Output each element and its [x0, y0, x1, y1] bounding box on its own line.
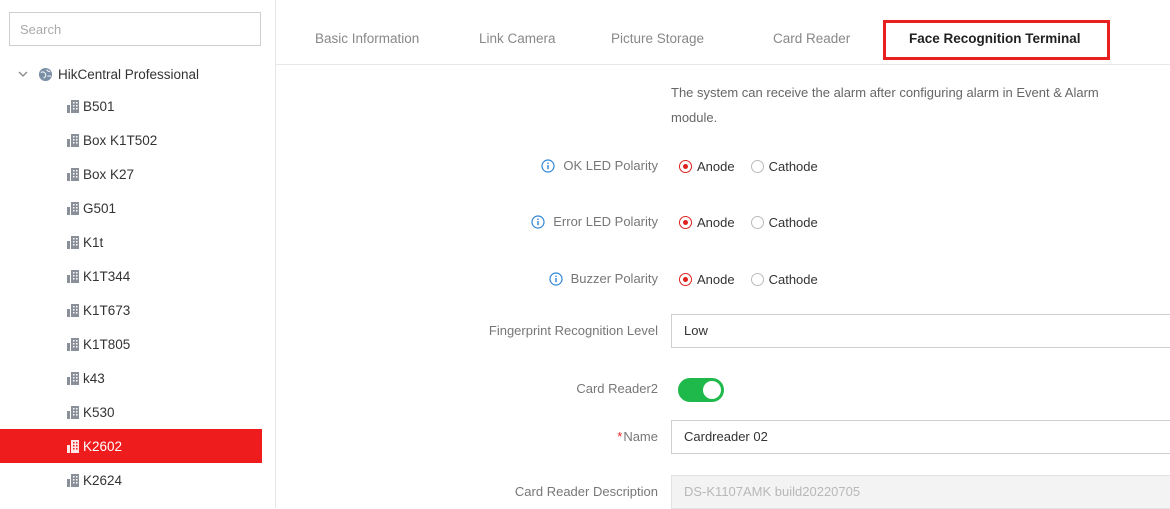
card-reader2-label: Card Reader2: [576, 381, 658, 396]
tree-item-k1t344[interactable]: K1T344: [0, 259, 262, 293]
search-input[interactable]: [9, 12, 261, 46]
tree-item-b501[interactable]: B501: [0, 89, 262, 123]
tree-item-label: K530: [83, 404, 115, 420]
tree-item-k1t[interactable]: K1t: [0, 225, 262, 259]
building-icon: [67, 406, 79, 419]
tree-root-label: HikCentral Professional: [58, 66, 200, 82]
tree-root-hikcentral[interactable]: HikCentral Professional: [16, 60, 199, 88]
tree-item-k43[interactable]: k43: [0, 361, 262, 395]
tab-underline: [276, 64, 1170, 65]
tree-item-box-k27[interactable]: Box K27: [0, 157, 262, 191]
device-tree-panel: HikCentral Professional B501 Box K1T502 …: [0, 0, 270, 508]
tree-item-k2624[interactable]: K2624: [0, 463, 262, 497]
tree-item-label: B501: [83, 98, 115, 114]
tree-item-box-k1t502[interactable]: Box K1T502: [0, 123, 262, 157]
tab-basic-information[interactable]: Basic Information: [315, 0, 419, 64]
name-row: * Name Cardreader 02: [276, 420, 1170, 454]
tree-item-k2602[interactable]: K2602: [0, 429, 262, 463]
buzzer-polarity-radio-group: Anode Cathode: [679, 262, 834, 296]
ok-led-cathode-radio[interactable]: Cathode: [750, 159, 818, 174]
building-icon: [67, 440, 79, 453]
tab-card-reader[interactable]: Card Reader: [773, 0, 850, 64]
tree-item-label: K1T805: [83, 336, 131, 352]
tab-link-camera[interactable]: Link Camera: [479, 0, 556, 64]
alarm-note-line2: module.: [671, 110, 718, 125]
building-icon: [67, 372, 79, 385]
alarm-note: The system can receive the alarm after c…: [671, 80, 1170, 130]
description-row: Card Reader Description DS-K1107AMK buil…: [276, 475, 1170, 509]
building-icon: [67, 270, 79, 283]
globe-icon: [38, 67, 53, 81]
ok-led-polarity-radio-group: Anode Cathode: [679, 149, 834, 183]
error-led-cathode-radio[interactable]: Cathode: [750, 215, 818, 230]
card-reader-description-label: Card Reader Description: [514, 484, 658, 499]
error-led-polarity-radio-group: Anode Cathode: [679, 205, 834, 239]
radio-selected-icon: [679, 215, 692, 229]
tree-item-label: K1T673: [83, 302, 131, 318]
tree-item-k530[interactable]: K530: [0, 395, 262, 429]
tree-item-label: Box K1T502: [83, 132, 158, 148]
name-label: * Name: [617, 420, 658, 454]
building-icon: [67, 168, 79, 181]
info-icon[interactable]: [548, 272, 563, 286]
tree-item-g501[interactable]: G501: [0, 191, 262, 225]
building-icon: [67, 474, 79, 487]
buzzer-cathode-radio[interactable]: Cathode: [750, 272, 818, 287]
tab-picture-storage[interactable]: Picture Storage: [611, 0, 704, 64]
tree-item-label: K2624: [83, 472, 123, 488]
buzzer-polarity-row: Buzzer Polarity Anode Cathode: [276, 262, 1170, 296]
info-icon[interactable]: [531, 215, 545, 229]
radio-selected-icon: [679, 272, 692, 286]
tree-item-label: K1t: [83, 234, 104, 250]
building-icon: [67, 338, 79, 351]
buzzer-anode-radio[interactable]: Anode: [679, 272, 735, 287]
fingerprint-level-label: Fingerprint Recognition Level: [488, 323, 658, 338]
ok-led-polarity-label: OK LED Polarity: [541, 149, 658, 183]
fingerprint-level-row: Fingerprint Recognition Level Low: [276, 314, 1170, 348]
building-icon: [67, 100, 79, 113]
tree-item-label: K1T344: [83, 268, 131, 284]
error-led-anode-radio[interactable]: Anode: [679, 215, 735, 230]
ok-led-polarity-row: OK LED Polarity Anode Cathode: [276, 149, 1170, 183]
alarm-note-line1: The system can receive the alarm after c…: [671, 85, 1099, 100]
building-icon: [67, 134, 79, 147]
ok-led-anode-radio[interactable]: Anode: [679, 159, 735, 174]
card-reader2-row: Card Reader2: [276, 372, 1170, 406]
device-list: B501 Box K1T502 Box K27 G501 K1t K1T344 …: [0, 89, 262, 497]
error-led-polarity-row: Error LED Polarity Anode Cathode: [276, 205, 1170, 239]
radio-unselected-icon: [750, 272, 764, 286]
tree-item-label: K2602: [83, 438, 123, 454]
tree-item-label: Box K27: [83, 166, 135, 182]
radio-unselected-icon: [750, 215, 764, 229]
buzzer-polarity-label: Buzzer Polarity: [548, 262, 658, 296]
active-tab-highlight-box: [883, 20, 1110, 60]
building-icon: [67, 202, 79, 215]
building-icon: [67, 236, 79, 249]
chevron-down-icon[interactable]: [16, 67, 30, 81]
fingerprint-level-select[interactable]: Low: [671, 314, 1170, 348]
tree-item-k1t673[interactable]: K1T673: [0, 293, 262, 327]
building-icon: [67, 304, 79, 317]
tree-item-k1t805[interactable]: K1T805: [0, 327, 262, 361]
info-icon[interactable]: [541, 159, 555, 173]
radio-selected-icon: [679, 159, 692, 173]
card-reader2-toggle[interactable]: [678, 378, 724, 402]
tree-item-label: G501: [83, 200, 117, 216]
required-mark: *: [617, 429, 623, 444]
error-led-polarity-label: Error LED Polarity: [531, 205, 658, 239]
name-input[interactable]: Cardreader 02: [671, 420, 1170, 454]
card-reader-description-input: DS-K1107AMK build20220705: [671, 475, 1170, 509]
tree-item-label: k43: [83, 370, 105, 386]
radio-unselected-icon: [750, 159, 764, 173]
